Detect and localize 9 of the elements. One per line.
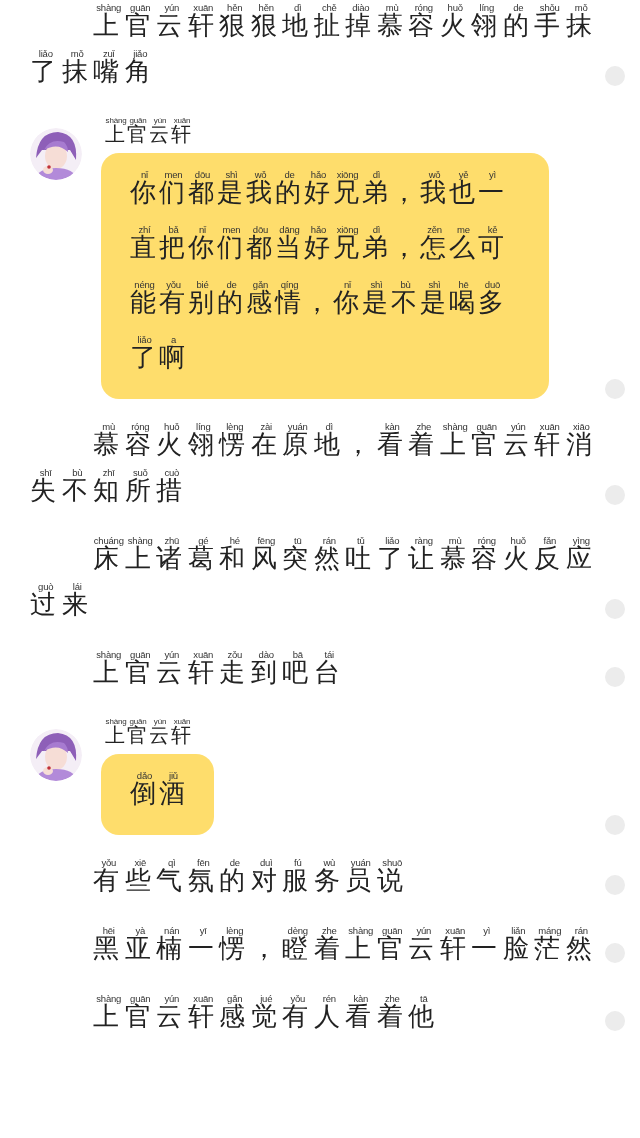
narration-text: 床 chuáng 上 shàng 诸 zhū 葛 gé 和 hé 风 fēng 突 tū 然 rán 吐 tǔ 了 liǎo 让 ràng 慕 mù 容 róng 火 huǒ 反 fǎn 应 yìng 过 guò 来 lái (30, 535, 598, 621)
narration-text: 上 shàng 官 guān 云 yún 轩 xuān 走 zǒu 到 dào 吧 bā 台 tái (92, 649, 346, 689)
narration-text: 上 shàng 官 guān 云 yún 轩 xuān 狠 hěn 狠 hěn 地 dì 扯 chě 掉 diào 慕 mù 容 róng 火 huǒ 翎 líng 的 de 手 shǒu 抹 mǒ 了 liǎo 抹 mǒ 嘴 zuǐ 角 jiǎo (30, 2, 598, 88)
narration-text: 有 yǒu 些 xiē 气 qì 氛 fēn 的 de 对 duì 服 fú 务 wù 员 yuán 说 shuō (92, 857, 409, 897)
message-text: 你 nǐ 们 men 都 dōu 是 shì 我 wǒ 的 de 好 hǎo 兄 xiōng 弟 dì ，我 wǒ 也 yě 一 yì 直 zhí 把 bǎ 你 nǐ 们 men 都 dōu 当 dāng 好 hǎo 兄 xiōng 弟 dì ，怎 zěn 么 me 可 kě 能 néng 有 yǒu 别 bié 的 de 感 gǎn 情 qíng ，你 nǐ 是 shì 不 bù 是 shì 喝 hē 多 duō 了 liǎo 啊 a (130, 168, 508, 374)
message-text: 倒 dǎo 酒 jiǔ (130, 769, 188, 810)
narration-text: 黑 hēi 亚 yà 楠 nán 一 yī 愣 lèng ，瞪 dèng 着 zhe 上 shàng 官 guān 云 yún 轩 xuān 一 yì 脸 liǎn 茫 máng 然 rán (92, 925, 598, 965)
narration-text: 慕 mù 容 róng 火 huǒ 翎 líng 愣 lèng 在 zài 原 yuán 地 dì ，看 kàn 着 zhe 上 shàng 官 guān 云 yún 轩 xuān 消 xiāo 失 shī 不 bù 知 zhī 所 suǒ 措 cuò (30, 421, 598, 507)
narration-text: 上 shàng 官 guān 云 yún 轩 xuān 感 gǎn 觉 jué 有 yǒu 人 rén 看 kàn 着 zhe 他 tā (92, 993, 441, 1033)
